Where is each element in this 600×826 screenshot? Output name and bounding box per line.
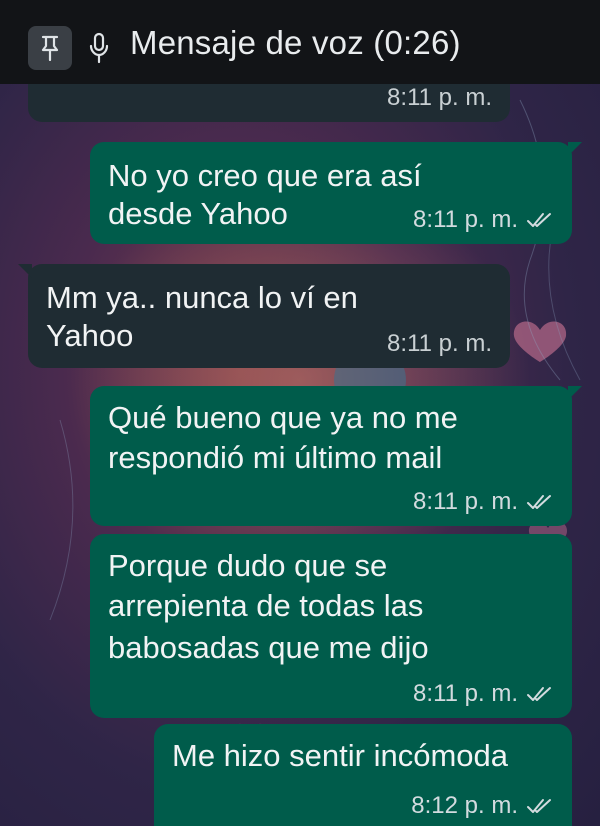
message-time: 8:11 p. m.	[413, 206, 518, 233]
message-outgoing[interactable]: Me hizo sentir incómoda 8:12 p. m.	[154, 724, 572, 826]
message-meta: 8:11 p. m.	[387, 330, 492, 358]
pin-button[interactable]	[28, 26, 72, 70]
message-meta: 8:11 p. m.	[387, 84, 492, 112]
bubble-tail	[568, 142, 582, 156]
message-outgoing[interactable]: Qué bueno que ya no me respondió mi últi…	[90, 386, 582, 526]
read-ticks-icon	[527, 799, 551, 813]
message-line: respondió mi último mail	[108, 440, 443, 475]
bubble-tail	[18, 264, 32, 278]
voice-message-bar[interactable]: Mensaje de voz (0:26)	[0, 0, 600, 84]
message-line: Mm ya.. nunca lo ví en	[46, 280, 358, 315]
read-ticks-icon	[527, 495, 551, 509]
message-line: babosadas que me dijo	[108, 630, 429, 665]
voice-message-title: Mensaje de voz (0:26)	[130, 24, 461, 61]
message-outgoing[interactable]: No yo creo que era así desde Yahoo 8:11 …	[90, 142, 582, 244]
message-time: 8:11 p. m.	[387, 84, 492, 111]
message-line: Porque dudo que se	[108, 548, 388, 583]
message-incoming[interactable]: Mm ya.. nunca lo ví en Yahoo 8:11 p. m.	[18, 264, 510, 368]
message-line: Yahoo	[46, 318, 134, 353]
message-meta: 8:11 p. m.	[413, 488, 554, 516]
message-meta: 8:11 p. m.	[413, 680, 554, 708]
message-outgoing[interactable]: Porque dudo que se arrepienta de todas l…	[90, 534, 572, 718]
message-line: arrepienta de todas las	[108, 588, 424, 623]
read-ticks-icon	[527, 213, 551, 227]
bubble-tail	[568, 386, 582, 400]
message-line: Me hizo sentir incómoda	[172, 738, 508, 773]
mic-icon	[89, 32, 109, 64]
message-time: 8:11 p. m.	[387, 330, 492, 357]
message-meta: 8:11 p. m.	[413, 206, 554, 234]
message-line: Qué bueno que ya no me	[108, 400, 458, 435]
message-time: 8:11 p. m.	[413, 488, 518, 515]
message-line: desde Yahoo	[108, 196, 288, 231]
message-time: 8:11 p. m.	[413, 680, 518, 707]
message-time: 8:12 p. m.	[411, 792, 518, 819]
read-ticks-icon	[527, 687, 551, 701]
pin-icon	[41, 35, 59, 61]
message-line: No yo creo que era así	[108, 158, 422, 193]
message-meta: 8:12 p. m.	[411, 792, 554, 820]
